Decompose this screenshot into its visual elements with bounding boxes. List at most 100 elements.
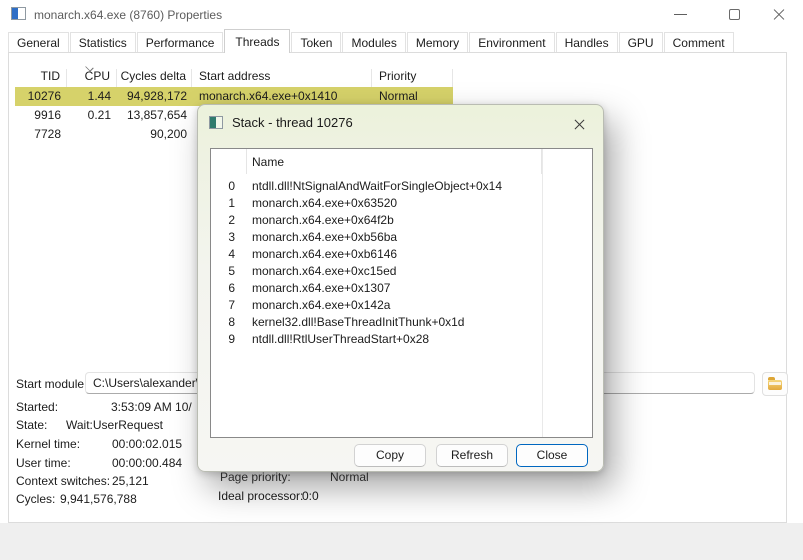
frame-index: 1: [211, 195, 247, 212]
refresh-button[interactable]: Refresh: [436, 444, 508, 467]
cell-cpu: 0.21: [67, 106, 117, 125]
frame-index: 4: [211, 246, 247, 263]
frame-index: 5: [211, 263, 247, 280]
cell-cpu: 1.44: [67, 87, 117, 106]
state-value: Wait:UserRequest: [66, 418, 163, 432]
close-window-button[interactable]: [756, 0, 802, 30]
column-header-start-address[interactable]: Start address: [192, 69, 372, 87]
frame-index: 6: [211, 280, 247, 297]
stack-list-header: Name: [211, 149, 592, 174]
column-header-name[interactable]: Name: [247, 149, 542, 174]
frame-name: monarch.x64.exe+0x63520: [247, 195, 397, 212]
user-time-value: 00:00:00.484: [112, 456, 182, 470]
cell-cpu: [67, 125, 117, 144]
folder-icon: [768, 380, 782, 390]
frame-name: monarch.x64.exe+0xb56ba: [247, 229, 397, 246]
ideal-processor-label: Ideal processor:: [218, 489, 303, 503]
frame-index: 0: [211, 178, 247, 195]
list-item[interactable]: 1monarch.x64.exe+0x63520: [211, 195, 592, 212]
ideal-processor-value: 0:0: [302, 489, 319, 503]
maximize-button[interactable]: [712, 0, 758, 30]
tab-modules[interactable]: Modules: [342, 32, 405, 52]
column-header-index[interactable]: [211, 149, 247, 174]
frame-index: 8: [211, 314, 247, 331]
column-header-cycles-delta[interactable]: Cycles delta: [117, 69, 192, 87]
frame-name: kernel32.dll!BaseThreadInitThunk+0x1d: [247, 314, 464, 331]
list-item[interactable]: 3monarch.x64.exe+0xb56ba: [211, 229, 592, 246]
list-item[interactable]: 4monarch.x64.exe+0xb6146: [211, 246, 592, 263]
frame-name: monarch.x64.exe+0xb6146: [247, 246, 397, 263]
app-window-icon: [11, 7, 26, 20]
thread-table-header: TID CPU Cycles delta Start address Prior…: [15, 62, 453, 87]
column-header-cpu[interactable]: CPU: [67, 69, 117, 87]
column-divider: [542, 149, 543, 437]
cell-tid: 10276: [15, 87, 67, 106]
user-time-label: User time:: [16, 456, 71, 470]
started-label: Started:: [16, 400, 58, 414]
tab-general[interactable]: General: [8, 32, 69, 52]
tab-handles[interactable]: Handles: [556, 32, 618, 52]
dialog-titlebar: Stack - thread 10276: [198, 105, 603, 141]
page-priority-value: Normal: [330, 470, 369, 484]
cell-tid: 9916: [15, 106, 67, 125]
dialog-close-default-button[interactable]: Close: [516, 444, 588, 467]
stack-frames: 0ntdll.dll!NtSignalAndWaitForSingleObjec…: [211, 174, 592, 348]
started-value: 3:53:09 AM 10/: [111, 400, 192, 414]
list-item[interactable]: 9ntdll.dll!RtlUserThreadStart+0x28: [211, 331, 592, 348]
frame-name: ntdll.dll!RtlUserThreadStart+0x28: [247, 331, 429, 348]
tab-memory[interactable]: Memory: [407, 32, 468, 52]
list-item[interactable]: 8kernel32.dll!BaseThreadInitThunk+0x1d: [211, 314, 592, 331]
tab-environment[interactable]: Environment: [469, 32, 554, 52]
tab-token[interactable]: Token: [291, 32, 341, 52]
frame-index: 9: [211, 331, 247, 348]
column-header-priority[interactable]: Priority: [372, 69, 453, 87]
dialog-app-icon: [209, 116, 223, 129]
maximize-icon: [729, 9, 740, 20]
frame-name: monarch.x64.exe+0x1307: [247, 280, 390, 297]
minimize-icon: [674, 14, 687, 15]
kernel-time-value: 00:00:02.015: [112, 437, 182, 451]
frame-name: monarch.x64.exe+0xc15ed: [247, 263, 396, 280]
context-switches-label: Context switches:: [16, 474, 110, 488]
cell-cycles-delta: 94,928,172: [117, 87, 192, 106]
tab-statistics[interactable]: Statistics: [70, 32, 136, 52]
copy-button[interactable]: Copy: [354, 444, 426, 467]
browse-button[interactable]: [762, 372, 788, 396]
kernel-time-label: Kernel time:: [16, 437, 80, 451]
frame-name: monarch.x64.exe+0x142a: [247, 297, 390, 314]
cycles-label: Cycles:: [16, 492, 55, 506]
tab-gpu[interactable]: GPU: [619, 32, 663, 52]
window-titlebar: monarch.x64.exe (8760) Properties: [0, 0, 803, 30]
page-priority-label: Page priority:: [220, 470, 291, 484]
list-item[interactable]: 5monarch.x64.exe+0xc15ed: [211, 263, 592, 280]
minimize-button[interactable]: [658, 0, 704, 30]
list-item[interactable]: 6monarch.x64.exe+0x1307: [211, 280, 592, 297]
frame-index: 2: [211, 212, 247, 229]
frame-name: monarch.x64.exe+0x64f2b: [247, 212, 394, 229]
frame-name: ntdll.dll!NtSignalAndWaitForSingleObject…: [247, 178, 502, 195]
window-title: monarch.x64.exe (8760) Properties: [34, 8, 222, 22]
dialog-title: Stack - thread 10276: [232, 115, 353, 130]
stack-dialog: Stack - thread 10276 Name 0ntdll.dll!NtS…: [197, 104, 604, 472]
cell-cycles-delta: 13,857,654: [117, 106, 192, 125]
list-item[interactable]: 0ntdll.dll!NtSignalAndWaitForSingleObjec…: [211, 178, 592, 195]
properties-window: monarch.x64.exe (8760) Properties Genera…: [0, 0, 803, 560]
cell-tid: 7728: [15, 125, 67, 144]
start-module-label: Start module:: [16, 377, 87, 391]
tab-comment[interactable]: Comment: [664, 32, 734, 52]
frame-index: 3: [211, 229, 247, 246]
cycles-value: 9,941,576,788: [60, 492, 137, 506]
frame-index: 7: [211, 297, 247, 314]
tab-performance[interactable]: Performance: [137, 32, 224, 52]
dialog-close-button[interactable]: [567, 112, 593, 138]
context-switches-value: 25,121: [112, 474, 149, 488]
stack-frame-list: Name 0ntdll.dll!NtSignalAndWaitForSingle…: [210, 148, 593, 438]
window-footer: Close: [0, 523, 803, 560]
list-item[interactable]: 2monarch.x64.exe+0x64f2b: [211, 212, 592, 229]
tab-threads[interactable]: Threads: [224, 29, 290, 53]
state-label: State:: [16, 418, 47, 432]
column-header-tid[interactable]: TID: [15, 69, 67, 87]
list-item[interactable]: 7monarch.x64.exe+0x142a: [211, 297, 592, 314]
cell-cycles-delta: 90,200: [117, 125, 192, 144]
tab-bar: General Statistics Performance Threads T…: [8, 30, 735, 52]
